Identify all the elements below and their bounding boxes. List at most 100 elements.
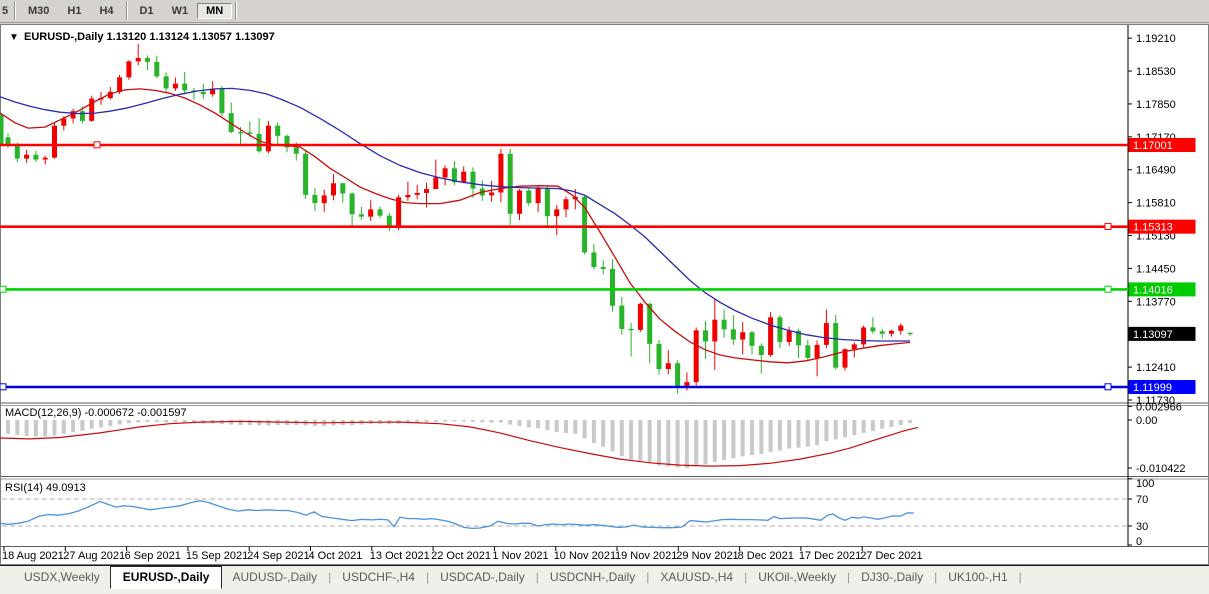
macd-histogram-bar — [601, 420, 606, 447]
candle-body-down — [303, 153, 309, 195]
macd-histogram-bar — [880, 420, 885, 429]
candle-body-down — [154, 61, 160, 77]
macd-histogram-bar — [815, 420, 820, 446]
candle-body-down — [619, 305, 625, 329]
macd-histogram-bar — [508, 420, 513, 425]
timeframe-button-d1[interactable]: D1 — [131, 3, 163, 19]
macd-histogram-bar — [675, 420, 680, 468]
candle-body-up — [637, 303, 643, 330]
toolbar-separator — [235, 2, 238, 20]
candle-body-down — [675, 363, 681, 388]
macd-histogram-bar — [582, 420, 587, 439]
candle-body-up — [535, 188, 541, 204]
macd-histogram-bar — [229, 420, 234, 425]
candle-body-up — [117, 77, 123, 92]
rsi-axis-label: 0 — [1136, 536, 1142, 548]
macd-axis-label: 0.00 — [1136, 415, 1157, 427]
macd-histogram-bar — [136, 420, 141, 423]
macd-histogram-bar — [657, 420, 661, 466]
macd-histogram-bar — [52, 420, 57, 436]
candle-body-up — [433, 177, 439, 190]
candle-body-down — [163, 76, 169, 89]
macd-histogram-bar — [99, 420, 103, 428]
candle-body-down — [600, 266, 606, 269]
macd-histogram-bar — [564, 420, 568, 433]
macd-histogram-bar — [173, 420, 178, 423]
timeframe-button-m5[interactable]: 5 — [0, 3, 11, 19]
candle-body-down — [238, 131, 243, 134]
candle-body-down — [628, 328, 634, 331]
price-axis-tick-label: 1.14450 — [1136, 263, 1176, 275]
candle-body-down — [377, 209, 383, 216]
macd-histogram-bar — [461, 420, 466, 422]
symbol-tab-usdcnh[interactable]: USDCNH-,Daily — [540, 566, 645, 587]
macd-histogram-bar — [498, 420, 503, 423]
timeframe-button-h1[interactable]: H1 — [58, 3, 90, 19]
symbol-tab-uk100[interactable]: UK100-,H1 — [938, 566, 1017, 587]
timeframe-button-h4[interactable]: H4 — [90, 3, 122, 19]
candle-body-up — [24, 154, 30, 159]
candle-body-down — [749, 332, 755, 346]
symbol-tab-audusd[interactable]: AUDUSD-,Daily — [222, 566, 327, 587]
date-axis-label: 22 Oct 2021 — [431, 550, 491, 562]
candle-body-up — [786, 330, 792, 342]
macd-histogram-bar — [861, 420, 866, 433]
candle-body-down — [145, 57, 150, 62]
level-line-handle[interactable] — [0, 285, 7, 293]
symbol-tab-usdchf[interactable]: USDCHF-,H4 — [332, 566, 425, 587]
macd-histogram-bar — [266, 420, 271, 426]
macd-histogram-bar — [889, 420, 894, 427]
macd-histogram-bar — [89, 420, 94, 429]
candle-body-down — [470, 171, 476, 189]
level-line-handle[interactable] — [1104, 383, 1112, 391]
date-axis-label: 10 Nov 2021 — [554, 550, 616, 562]
date-axis-label: 15 Sep 2021 — [186, 550, 248, 562]
candle-body-down — [833, 323, 839, 368]
date-axis-label: 13 Oct 2021 — [370, 550, 430, 562]
candle-body-up — [331, 183, 336, 196]
macd-histogram-bar — [833, 420, 838, 440]
timeframe-button-w1[interactable]: W1 — [163, 3, 198, 19]
candle-body-up — [52, 125, 57, 158]
symbol-tab-xauusd[interactable]: XAUUSD-,H4 — [650, 566, 743, 587]
macd-histogram-bar — [703, 420, 708, 465]
symbol-tab-dj30[interactable]: DJ30-,Daily — [851, 566, 933, 587]
level-line-handle[interactable] — [1104, 285, 1112, 293]
candle-body-down — [275, 125, 281, 136]
chart-canvas[interactable]: 0.0029660.00-0.010422MACD(12,26,9) -0.00… — [0, 0, 1209, 594]
tab-separator: | — [1018, 570, 1022, 584]
timeframe-button-m30[interactable]: M30 — [19, 3, 58, 19]
symbol-tab-eurusd[interactable]: EURUSD-,Daily — [109, 566, 223, 589]
timeframe-button-mn[interactable]: MN — [197, 3, 233, 19]
price-axis-tick-label: 1.17850 — [1136, 99, 1176, 111]
level-line-handle[interactable] — [1104, 222, 1112, 230]
macd-histogram-bar — [15, 420, 20, 436]
macd-histogram-bar — [545, 420, 550, 431]
candle-body-up — [861, 327, 867, 345]
symbol-tab-usdcad[interactable]: USDCAD-,Daily — [430, 566, 535, 587]
symbol-dropdown-icon[interactable]: ▼ — [9, 32, 19, 43]
macd-histogram-bar — [843, 420, 847, 438]
macd-histogram-bar — [591, 420, 596, 444]
macd-histogram-bar — [517, 420, 522, 426]
level-line-handle[interactable] — [93, 141, 101, 149]
macd-histogram-bar — [731, 420, 736, 459]
price-axis-tick-label: 1.15810 — [1136, 198, 1176, 210]
rsi-axis-label: 100 — [1136, 478, 1154, 490]
symbol-tab-ukoil[interactable]: UKOil-,Weekly — [748, 566, 846, 587]
macd-histogram-bar — [787, 420, 792, 449]
candle-body-down — [33, 154, 39, 160]
date-axis-label: 27 Aug 2021 — [63, 550, 125, 562]
macd-histogram-bar — [154, 420, 159, 422]
macd-histogram-bar — [471, 420, 475, 422]
symbol-tab-usdx[interactable]: USDX,Weekly — [14, 566, 110, 587]
date-axis-label: 18 Aug 2021 — [2, 550, 64, 562]
toolbar-separator — [125, 2, 128, 20]
macd-histogram-bar — [536, 420, 541, 429]
macd-histogram-bar — [684, 420, 689, 468]
macd-histogram-bar — [852, 420, 857, 436]
price-axis-tick-label: 1.12410 — [1136, 362, 1176, 374]
candle-body-up — [489, 192, 495, 196]
candle-body-up — [321, 195, 327, 204]
level-line-handle[interactable] — [0, 383, 7, 391]
